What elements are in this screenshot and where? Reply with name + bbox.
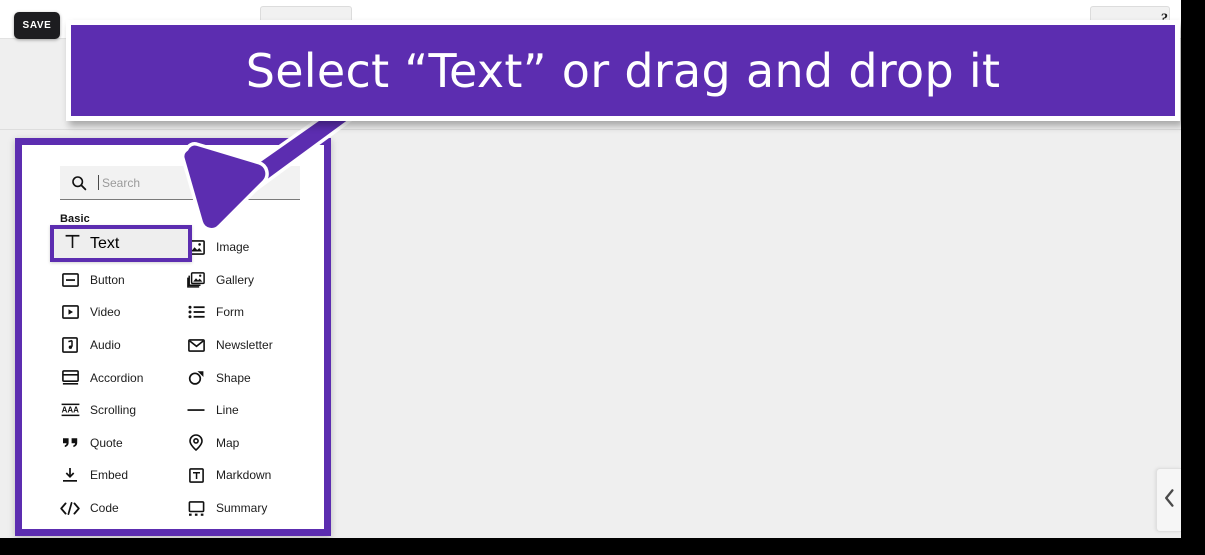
sidebar-item-button[interactable]: Button [60, 264, 186, 297]
sidebar-item-shape[interactable]: Shape [186, 361, 304, 394]
sidebar-item-form[interactable]: Form [186, 296, 304, 329]
callout-banner-text: Select “Text” or drag and drop it [245, 43, 1001, 98]
video-icon [60, 302, 80, 322]
group-heading-basic: Basic [60, 213, 90, 225]
shape-icon [186, 368, 206, 388]
search-input[interactable]: Search [102, 176, 140, 190]
sidebar-item-markdown[interactable]: Markdown [186, 459, 304, 492]
sidebar-item-accordion[interactable]: Accordion [60, 361, 186, 394]
search-icon [71, 175, 87, 191]
sidebar-item-summary[interactable]: Summary [186, 492, 304, 525]
sidebar-item-code[interactable]: Code [60, 492, 186, 525]
map-icon [186, 433, 206, 453]
sidebar-item-text-label: Text [90, 234, 120, 252]
form-icon [186, 302, 206, 322]
sidebar-item-audio[interactable]: Audio [60, 329, 186, 362]
sidebar-item-quote[interactable]: Quote [60, 427, 186, 460]
app-window: ? Search Basic Image Button Gallery Vide… [0, 0, 1181, 538]
element-items-grid: Text Image Button [60, 231, 304, 524]
sidebar-item-map[interactable]: Map [186, 427, 304, 460]
markdown-icon [186, 465, 206, 485]
search-field[interactable]: Search [60, 166, 300, 200]
gallery-icon [186, 270, 206, 290]
sidebar-item-scrolling[interactable]: AAA Scrolling [60, 394, 186, 427]
sidebar-item-image[interactable]: Image [186, 231, 304, 264]
search-text-cursor [98, 175, 99, 190]
element-picker-panel: Search Basic Text Image [15, 138, 331, 536]
embed-icon [60, 465, 80, 485]
quote-icon [60, 433, 80, 453]
sidebar-item-gallery[interactable]: Gallery [186, 264, 304, 297]
accordion-icon [60, 368, 80, 388]
chevron-left-icon [1164, 488, 1175, 512]
line-icon [186, 400, 206, 420]
callout-banner: Select “Text” or drag and drop it [66, 20, 1180, 121]
save-button[interactable]: SAVE [14, 12, 60, 39]
audio-icon [60, 335, 80, 355]
sidebar-item-video[interactable]: Video [60, 296, 186, 329]
sidebar-item-embed[interactable]: Embed [60, 459, 186, 492]
content-divider [0, 129, 1181, 130]
svg-text:AAA: AAA [61, 406, 79, 415]
sidebar-item-text[interactable]: Text [50, 225, 192, 262]
summary-icon [186, 498, 206, 518]
sidebar-item-line[interactable]: Line [186, 394, 304, 427]
sidebar-item-newsletter[interactable]: Newsletter [186, 329, 304, 362]
element-picker-panel-body: Search Basic Text Image [22, 145, 324, 529]
button-icon [60, 270, 80, 290]
panel-collapse-handle[interactable] [1156, 468, 1181, 532]
scrolling-icon: AAA [60, 400, 80, 420]
newsletter-icon [186, 335, 206, 355]
code-icon [60, 498, 80, 518]
text-icon [65, 234, 80, 254]
